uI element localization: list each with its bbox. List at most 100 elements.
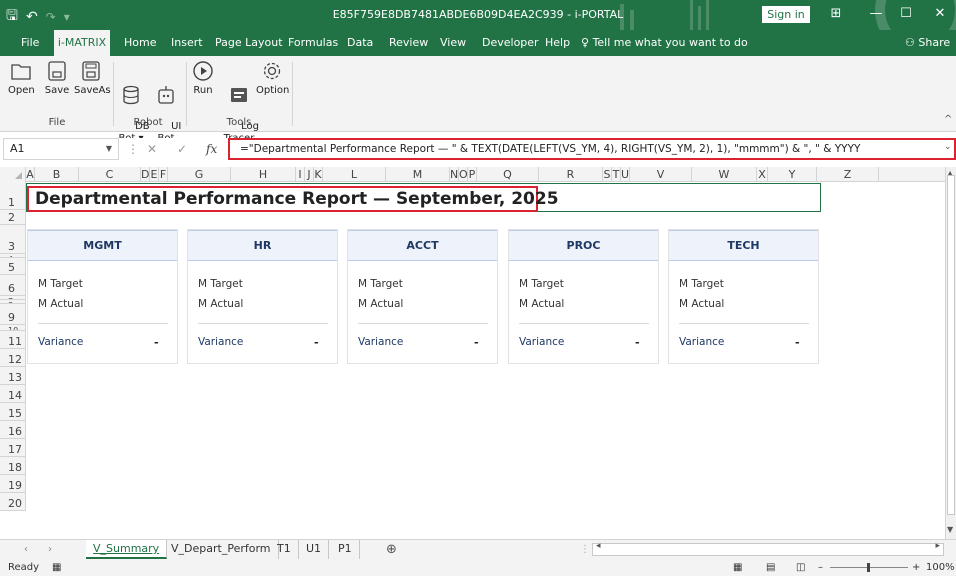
tab-formulas[interactable]: Formulas bbox=[288, 30, 338, 56]
zoom-level[interactable]: 100% bbox=[926, 559, 955, 576]
column-header-q[interactable]: Q bbox=[477, 167, 539, 182]
column-header-s[interactable]: S bbox=[603, 167, 612, 182]
scroll-down-icon[interactable]: ▼ bbox=[947, 525, 953, 534]
row-header-9[interactable]: 9 bbox=[0, 304, 26, 325]
tab-insert[interactable]: Insert bbox=[171, 30, 203, 56]
column-header-v[interactable]: V bbox=[630, 167, 692, 182]
column-header-w[interactable]: W bbox=[692, 167, 757, 182]
customize-qat-icon[interactable]: ▾ bbox=[64, 10, 70, 24]
column-header-y[interactable]: Y bbox=[768, 167, 817, 182]
column-header-b[interactable]: B bbox=[35, 167, 79, 182]
cancel-icon[interactable]: ✕ bbox=[147, 138, 157, 160]
page-break-view-icon[interactable]: ◫ bbox=[796, 559, 805, 576]
column-header-k[interactable]: K bbox=[314, 167, 323, 182]
column-header-r[interactable]: R bbox=[539, 167, 603, 182]
column-header-f[interactable]: F bbox=[159, 167, 168, 182]
sheet-tab-t1[interactable]: T1 bbox=[270, 540, 299, 559]
worksheet-grid[interactable]: ABCDEFGHIJKLMNOPQRSTUVWXYZ 1234567891011… bbox=[0, 167, 956, 539]
sheet-tab-v-depart-perform[interactable]: V_Depart_Perform bbox=[164, 540, 279, 559]
row-header-13[interactable]: 13 bbox=[0, 367, 26, 385]
formula-input[interactable]: ="Departmental Performance Report — " & … bbox=[228, 138, 956, 160]
normal-view-icon[interactable]: ▦ bbox=[733, 559, 742, 576]
open-button[interactable]: Open bbox=[8, 60, 35, 97]
ribbon-display-options-icon[interactable]: ⊞ bbox=[816, 0, 856, 30]
run-button[interactable]: Run bbox=[190, 60, 216, 97]
tab-file[interactable]: File bbox=[21, 30, 39, 56]
scroll-left-icon[interactable]: ◂ bbox=[596, 541, 601, 551]
row-header-6[interactable]: 6 bbox=[0, 275, 26, 296]
column-header-a[interactable]: A bbox=[26, 167, 35, 182]
select-all-corner[interactable] bbox=[0, 167, 26, 182]
add-sheet-icon[interactable]: ⊕ bbox=[386, 540, 397, 559]
horizontal-scrollbar[interactable]: ◂ ▸ bbox=[592, 541, 944, 556]
next-sheet-icon[interactable]: › bbox=[48, 540, 52, 559]
name-box[interactable]: A1 ▼ bbox=[3, 138, 119, 160]
row-header-11[interactable]: 11 bbox=[0, 331, 26, 349]
zoom-out-icon[interactable]: – bbox=[818, 559, 823, 576]
tab-help[interactable]: Help bbox=[545, 30, 570, 56]
scroll-right-icon[interactable]: ▸ bbox=[935, 541, 940, 551]
column-header-l[interactable]: L bbox=[323, 167, 386, 182]
redo-icon[interactable]: ↷ bbox=[46, 10, 56, 24]
zoom-slider-thumb[interactable] bbox=[867, 563, 870, 572]
row-header-14[interactable]: 14 bbox=[0, 385, 26, 403]
sheet-tab-u1[interactable]: U1 bbox=[299, 540, 330, 559]
zoom-in-icon[interactable]: + bbox=[912, 559, 920, 576]
prev-sheet-icon[interactable]: ‹ bbox=[24, 540, 28, 559]
splitter-icon[interactable]: ⋮ bbox=[580, 540, 590, 559]
tab-developer[interactable]: Developer bbox=[482, 30, 539, 56]
row-header-18[interactable]: 18 bbox=[0, 457, 26, 475]
column-header-h[interactable]: H bbox=[231, 167, 296, 182]
sign-in-button[interactable]: Sign in bbox=[762, 6, 810, 23]
column-header-j[interactable]: J bbox=[305, 167, 314, 182]
sheet-tab-v-summary[interactable]: V_Summary bbox=[86, 540, 168, 559]
row-header-15[interactable]: 15 bbox=[0, 403, 26, 421]
column-header-e[interactable]: E bbox=[150, 167, 159, 182]
column-header-d[interactable]: D bbox=[141, 167, 150, 182]
close-icon[interactable]: ✕ bbox=[920, 0, 956, 30]
sheet-tab-p1[interactable]: P1 bbox=[331, 540, 360, 559]
tab-data[interactable]: Data bbox=[347, 30, 373, 56]
chevron-down-icon[interactable]: ▼ bbox=[106, 139, 112, 159]
column-header-o[interactable]: O bbox=[459, 167, 468, 182]
column-header-z[interactable]: Z bbox=[817, 167, 879, 182]
row-header-2[interactable]: 2 bbox=[0, 210, 26, 225]
column-header-p[interactable]: P bbox=[468, 167, 477, 182]
column-header-i[interactable]: I bbox=[296, 167, 305, 182]
page-layout-view-icon[interactable]: ▤ bbox=[766, 559, 775, 576]
option-button[interactable]: Option bbox=[256, 60, 289, 97]
save-as-button[interactable]: SaveAs bbox=[74, 60, 111, 97]
enter-icon[interactable]: ✓ bbox=[177, 138, 187, 160]
column-header-n[interactable]: N bbox=[450, 167, 459, 182]
undo-icon[interactable]: ↶ bbox=[26, 9, 38, 25]
column-header-g[interactable]: G bbox=[168, 167, 231, 182]
column-header-t[interactable]: T bbox=[612, 167, 621, 182]
row-header-20[interactable]: 20 bbox=[0, 493, 26, 511]
save-icon[interactable]: 🖫 bbox=[6, 5, 18, 29]
row-header-17[interactable]: 17 bbox=[0, 439, 26, 457]
tab-i-matrix[interactable]: i-MATRIX bbox=[54, 30, 110, 56]
share-button[interactable]: ⚇ Share bbox=[905, 30, 950, 56]
column-header-m[interactable]: M bbox=[386, 167, 450, 182]
row-header-1[interactable]: 1 bbox=[0, 182, 26, 210]
tab-review[interactable]: Review bbox=[389, 30, 428, 56]
vertical-scrollbar[interactable]: ▲ ▼ bbox=[945, 167, 956, 539]
tell-me-search[interactable]: ♀ Tell me what you want to do bbox=[581, 30, 748, 56]
row-header-3[interactable]: 3 bbox=[0, 225, 26, 254]
scroll-thumb[interactable] bbox=[947, 175, 955, 515]
save-button[interactable]: Save bbox=[44, 60, 70, 97]
macro-record-icon[interactable]: ▦ bbox=[52, 559, 61, 576]
column-header-u[interactable]: U bbox=[621, 167, 630, 182]
row-header-19[interactable]: 19 bbox=[0, 475, 26, 493]
column-header-x[interactable]: X bbox=[757, 167, 768, 182]
tab-home[interactable]: Home bbox=[124, 30, 156, 56]
insert-function-icon[interactable]: fx bbox=[206, 138, 217, 160]
row-header-5[interactable]: 5 bbox=[0, 258, 26, 275]
row-header-16[interactable]: 16 bbox=[0, 421, 26, 439]
row-header-12[interactable]: 12 bbox=[0, 349, 26, 367]
collapse-ribbon-icon[interactable]: ^ bbox=[944, 114, 952, 125]
tab-view[interactable]: View bbox=[440, 30, 466, 56]
expand-formula-icon[interactable]: ⌄ bbox=[944, 142, 952, 152]
column-header-c[interactable]: C bbox=[79, 167, 141, 182]
tab-page-layout[interactable]: Page Layout bbox=[215, 30, 283, 56]
